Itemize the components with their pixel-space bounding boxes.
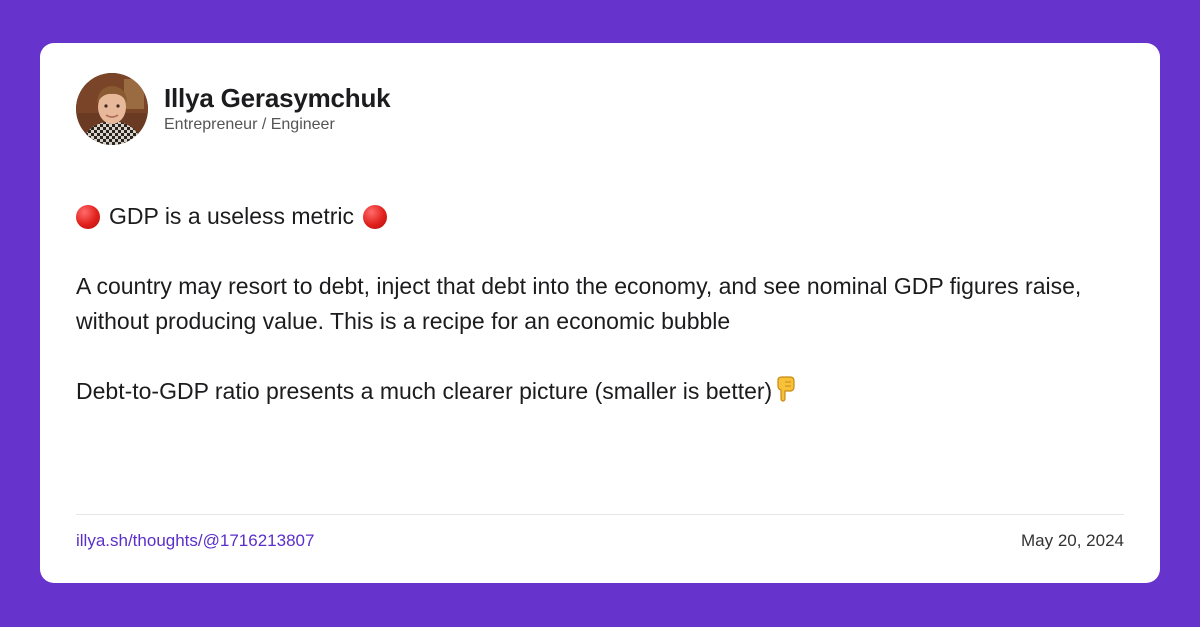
red-circle-icon [362, 204, 387, 229]
post-card: Illya Gerasymchuk Entrepreneur / Enginee… [40, 43, 1160, 583]
post-paragraph-2: Debt-to-GDP ratio presents a much cleare… [76, 374, 1126, 412]
author-header: Illya Gerasymchuk Entrepreneur / Enginee… [76, 73, 391, 145]
footer-divider [76, 514, 1124, 515]
post-headline-text: GDP is a useless metric [109, 203, 354, 229]
author-info: Illya Gerasymchuk Entrepreneur / Enginee… [164, 83, 391, 135]
post-paragraph: A country may resort to debt, inject tha… [76, 273, 1082, 334]
permalink[interactable]: illya.sh/thoughts/@1716213807 [76, 529, 314, 553]
author-role: Entrepreneur / Engineer [164, 116, 335, 133]
post-body: GDP is a useless metric A country may re… [76, 199, 1126, 412]
avatar [76, 73, 148, 145]
post-paragraph-text: Debt-to-GDP ratio presents a much cleare… [76, 378, 773, 404]
red-circle-icon [76, 204, 100, 229]
post-date: May 20, 2024 [1020, 531, 1124, 550]
pointing-down-icon [776, 376, 796, 412]
post-headline: GDP is a useless metric [76, 199, 1126, 234]
author-name[interactable]: Illya Gerasymchuk [164, 83, 391, 113]
